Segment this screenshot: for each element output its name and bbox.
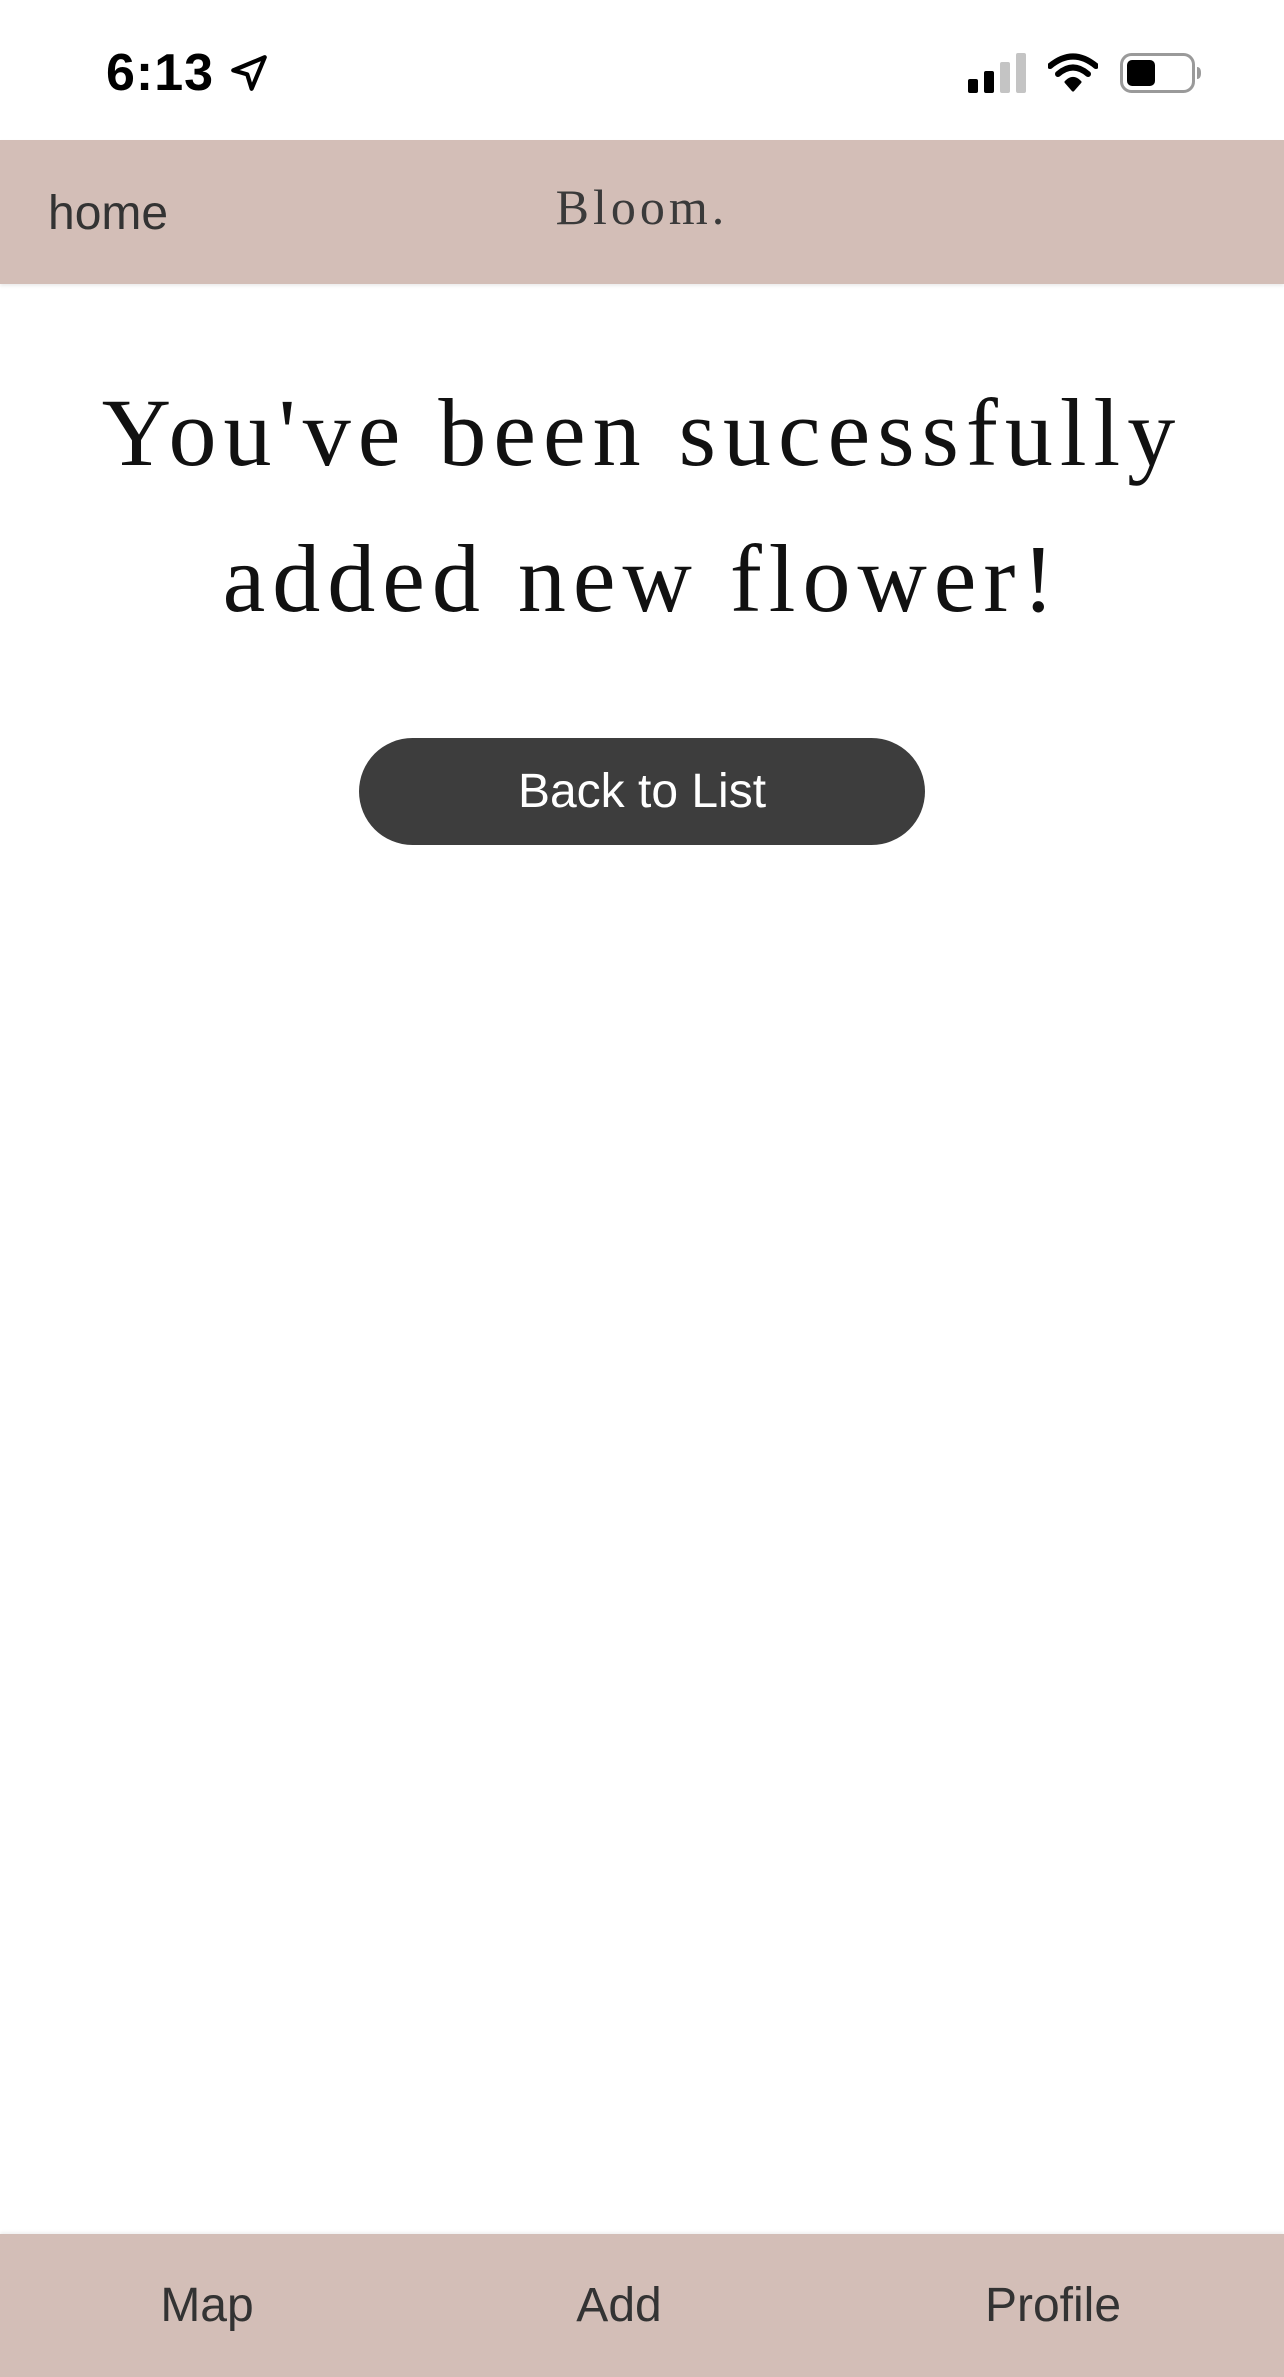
top-nav-bar: home Bloom. [0,140,1284,284]
success-message: You've been sucessfully added new flower… [101,379,1183,632]
signal-icon [968,53,1026,93]
back-to-list-button[interactable]: Back to List [359,738,925,845]
tab-add[interactable]: Add [519,2234,719,2377]
brand-title: Bloom. [555,179,729,235]
tab-map[interactable]: Map [107,2234,307,2377]
status-icons [968,48,1202,98]
bottom-tab-bar: Map Add Profile [0,2234,1284,2377]
battery-icon [1120,53,1201,93]
status-time: 6:13 [106,44,215,102]
app-screen: 6:13 home Bloom. You've been sucessfully… [0,0,1284,2377]
tab-profile[interactable]: Profile [953,2234,1153,2377]
wifi-icon [1048,53,1098,92]
status-bar: 6:13 [0,0,1284,140]
location-arrow-icon [231,55,267,91]
status-time-group: 6:13 [106,38,270,108]
